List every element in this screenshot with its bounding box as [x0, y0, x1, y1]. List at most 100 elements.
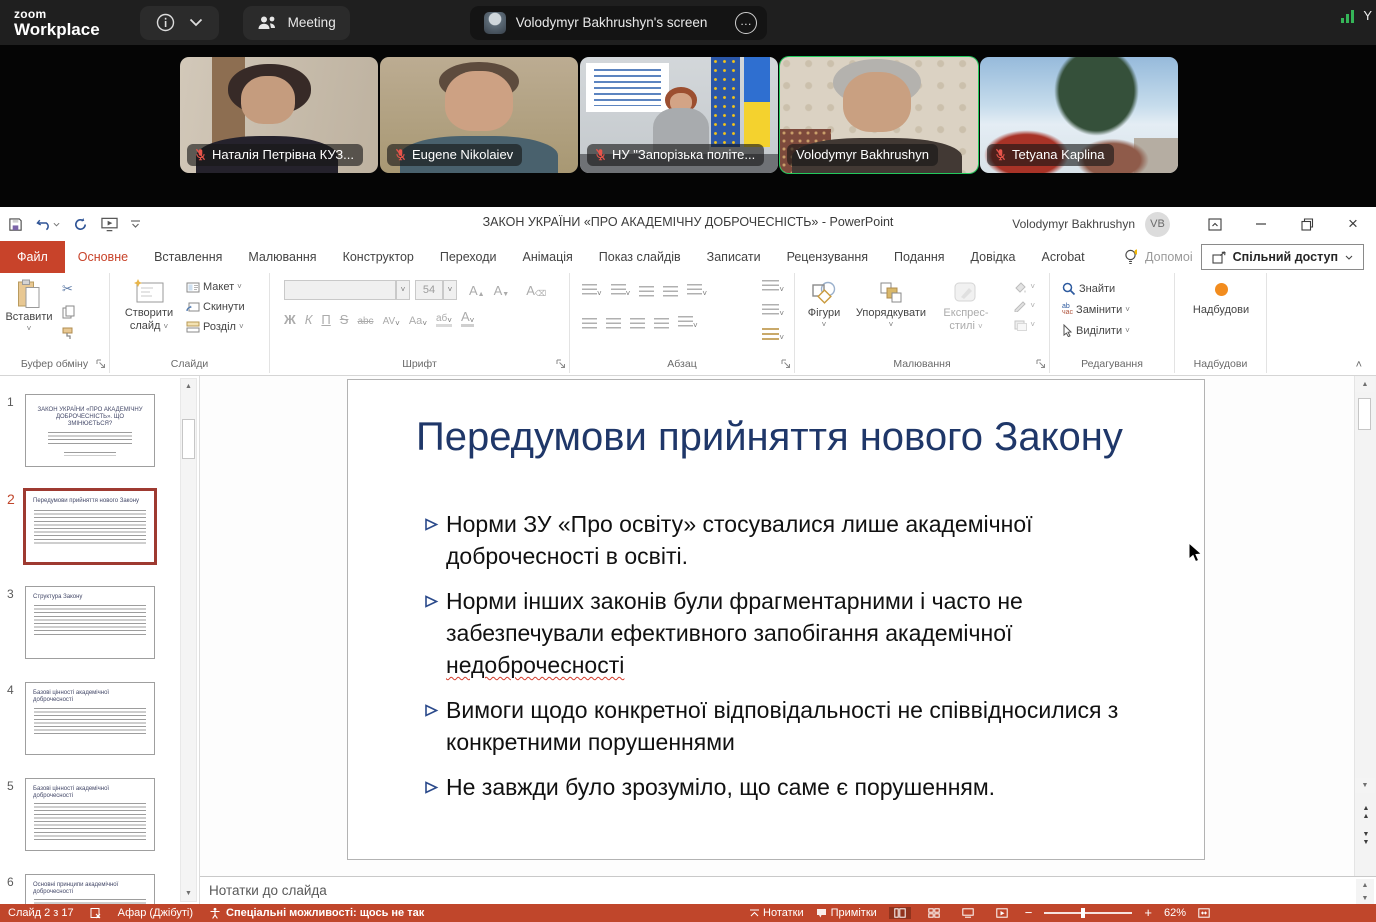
- highlight-color-button[interactable]: аб˅: [436, 313, 452, 327]
- chevron-down-icon[interactable]: [189, 18, 203, 27]
- numbering-button[interactable]: ˅: [611, 283, 631, 301]
- accessibility-checker[interactable]: Спеціальні можливості: щось не так: [209, 907, 424, 919]
- underline-button[interactable]: П: [321, 312, 330, 327]
- align-left-button[interactable]: [582, 318, 597, 330]
- editor-scrollbar[interactable]: ▲ ▼ ▲▲ ▼▼: [1354, 376, 1376, 876]
- increase-font-size-button[interactable]: А▲: [469, 283, 485, 298]
- shapes-button[interactable]: Фігури ˅: [801, 281, 847, 328]
- decrease-indent-button[interactable]: [639, 286, 654, 298]
- slide-sorter-view-button[interactable]: [923, 907, 945, 919]
- find-button[interactable]: Знайти: [1062, 282, 1130, 296]
- layout-button[interactable]: Макет˅: [186, 281, 245, 293]
- arrange-button[interactable]: Упорядкувати ˅: [850, 281, 932, 328]
- account-avatar[interactable]: VB: [1145, 212, 1170, 237]
- slide-thumbnail[interactable]: Базові цінності академічної доброчесност…: [25, 682, 155, 755]
- strikethrough-button[interactable]: S: [340, 312, 349, 327]
- font-size-combobox[interactable]: 54: [415, 280, 443, 300]
- slide-canvas[interactable]: Передумови прийняття нового Закону Норми…: [347, 379, 1205, 860]
- tab-file[interactable]: Файл: [0, 241, 65, 273]
- decrease-font-size-button[interactable]: А▼: [494, 283, 510, 298]
- dialog-launcher-icon[interactable]: [781, 359, 791, 369]
- video-tile-participant-3[interactable]: НУ "Запорізька політе...: [580, 57, 778, 173]
- help-truncated-label[interactable]: Допомоі: [1145, 250, 1193, 264]
- tab-help[interactable]: Довідка: [958, 241, 1029, 273]
- increase-indent-button[interactable]: [663, 286, 678, 298]
- slide-thumbnail[interactable]: Структура Закону: [25, 586, 155, 659]
- thumbnail-scrollbar[interactable]: ▲ ▼: [180, 378, 197, 902]
- shape-outline-button[interactable]: ˅: [1013, 300, 1035, 312]
- quick-styles-button[interactable]: Експрес- стилі ˅: [935, 281, 997, 333]
- format-painter-icon[interactable]: [62, 327, 76, 340]
- zoom-level[interactable]: 62%: [1164, 907, 1186, 919]
- font-color-button[interactable]: А˅: [461, 309, 474, 327]
- addins-button[interactable]: Надбудови: [1187, 283, 1255, 317]
- justify-button[interactable]: [654, 318, 669, 330]
- slide-thumbnail-selected[interactable]: Передумови прийняття нового Закону: [23, 488, 157, 565]
- align-right-button[interactable]: [630, 318, 645, 330]
- minimize-button[interactable]: [1238, 207, 1284, 241]
- scroll-down-icon[interactable]: ▼: [1355, 778, 1375, 793]
- dialog-launcher-icon[interactable]: [1036, 359, 1046, 369]
- tab-record[interactable]: Записати: [694, 241, 774, 273]
- info-icon[interactable]: [156, 13, 175, 32]
- tab-meeting[interactable]: Meeting: [243, 6, 350, 40]
- zoom-slider-thumb[interactable]: [1081, 908, 1085, 918]
- close-button[interactable]: ×: [1330, 207, 1376, 241]
- tab-view[interactable]: Подання: [881, 241, 957, 273]
- align-center-button[interactable]: [606, 318, 621, 330]
- font-size-dropdown-icon[interactable]: ˅: [443, 280, 457, 300]
- share-button[interactable]: Спільний доступ: [1201, 244, 1364, 270]
- slide-bullet-list[interactable]: Норми ЗУ «Про освіту» стосувалися лише а…: [424, 508, 1172, 816]
- tab-home[interactable]: Основне: [65, 241, 141, 273]
- spellcheck-icon[interactable]: [90, 907, 102, 919]
- notes-placeholder[interactable]: Нотатки до слайда: [209, 883, 327, 898]
- columns-button[interactable]: ˅: [678, 315, 698, 333]
- tab-insert[interactable]: Вставлення: [141, 241, 235, 273]
- dialog-launcher-icon[interactable]: [96, 359, 106, 369]
- video-tile-participant-5[interactable]: Tetyana Kaplina: [980, 57, 1178, 173]
- tab-design[interactable]: Конструктор: [330, 241, 427, 273]
- tab-shared-screen[interactable]: Volodymyr Bakhrushyn's screen …: [470, 6, 768, 40]
- character-spacing-button[interactable]: AV˅: [383, 316, 400, 327]
- restore-button[interactable]: [1284, 207, 1330, 241]
- bold-button[interactable]: Ж: [284, 312, 296, 327]
- slide-thumbnail[interactable]: ЗАКОН УКРАЇНИ «ПРО АКАДЕМІЧНУ ДОБРОЧЕСНІ…: [25, 394, 155, 467]
- shape-effects-button[interactable]: ˅: [1013, 319, 1035, 331]
- tab-acrobat[interactable]: Acrobat: [1029, 241, 1098, 273]
- zoom-out-button[interactable]: −: [1025, 909, 1033, 917]
- italic-button[interactable]: К: [305, 312, 313, 327]
- bullets-button[interactable]: ˅: [582, 283, 602, 301]
- slide-title[interactable]: Передумови прийняття нового Закону: [416, 414, 1156, 460]
- paste-button[interactable]: Вставити ˅: [5, 279, 53, 332]
- line-spacing-button[interactable]: ˅: [687, 283, 707, 301]
- scrollbar-thumb[interactable]: [1358, 398, 1371, 430]
- scroll-up-icon[interactable]: ▲: [1355, 377, 1375, 392]
- cut-icon[interactable]: ✂: [62, 281, 76, 297]
- convert-smartart-button[interactable]: ˅: [762, 327, 784, 345]
- clear-formatting-button[interactable]: А⌫: [526, 283, 546, 298]
- previous-slide-button[interactable]: ▲▲: [1357, 802, 1375, 822]
- language-indicator[interactable]: Афар (Джібуті): [118, 907, 193, 919]
- replace-button[interactable]: ab час Замінити ˅: [1062, 304, 1130, 316]
- video-tile-active-speaker[interactable]: Volodymyr Bakhrushyn: [780, 57, 978, 173]
- scrollbar-thumb[interactable]: [182, 419, 195, 459]
- text-direction-button[interactable]: ˅: [762, 279, 784, 297]
- zoom-slider[interactable]: [1044, 912, 1132, 914]
- dialog-launcher-icon[interactable]: [556, 359, 566, 369]
- copy-icon[interactable]: [62, 305, 75, 319]
- tab-animations[interactable]: Анімація: [510, 241, 586, 273]
- comments-toggle-button[interactable]: Примітки: [816, 907, 877, 919]
- shape-fill-button[interactable]: ˅: [1013, 281, 1035, 293]
- scroll-down-icon[interactable]: ▼: [181, 886, 196, 901]
- more-options-icon[interactable]: …: [735, 12, 757, 34]
- video-tile-participant-1[interactable]: Наталія Петрівна КУЗ...: [180, 57, 378, 173]
- reading-view-button[interactable]: [957, 907, 979, 919]
- reset-button[interactable]: Скинути: [186, 301, 245, 313]
- fit-slide-to-window-button[interactable]: [1198, 908, 1210, 918]
- tell-me-lightbulb-icon[interactable]: [1124, 249, 1137, 266]
- font-name-dropdown-icon[interactable]: ˅: [396, 280, 410, 300]
- change-case-button[interactable]: Aa˅: [409, 315, 427, 327]
- slideshow-view-button[interactable]: [991, 907, 1013, 919]
- notes-toggle-button[interactable]: Нотатки: [750, 907, 804, 919]
- normal-view-button[interactable]: [889, 907, 911, 919]
